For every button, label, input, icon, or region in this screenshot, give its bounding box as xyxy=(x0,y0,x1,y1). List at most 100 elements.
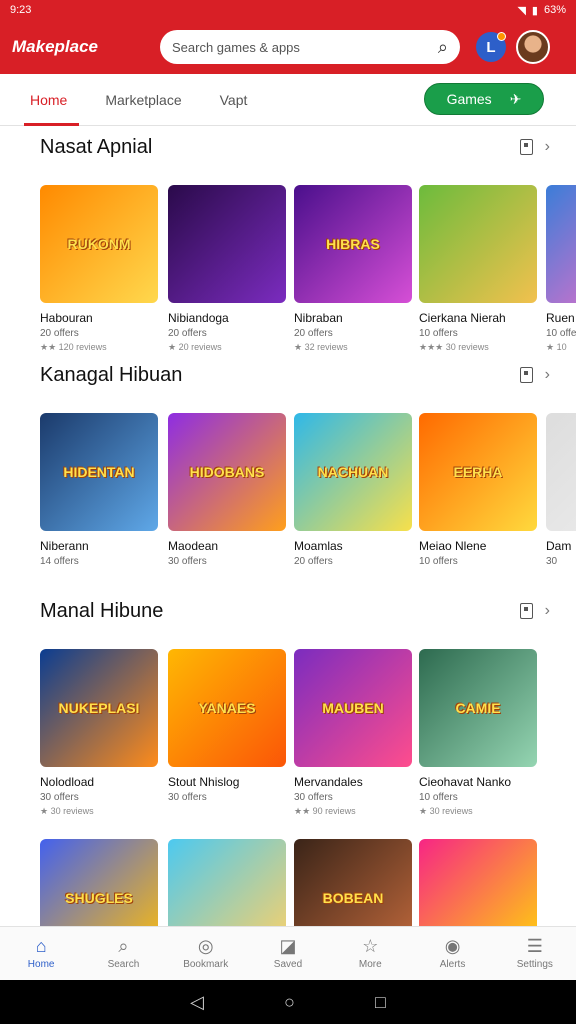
nav-item-search[interactable]: ⌕ Search xyxy=(82,927,164,980)
game-thumbnail[interactable]: RUKONM xyxy=(40,185,158,303)
game-thumbnail[interactable]: CAMIE xyxy=(419,649,537,767)
games-button[interactable]: Games ✈ xyxy=(424,83,544,115)
game-card[interactable] xyxy=(168,839,286,927)
game-art-text: HIBRAS xyxy=(326,236,380,252)
nav-item-saved[interactable]: ◪ Saved xyxy=(247,927,329,980)
game-subtitle: 10 offers xyxy=(546,328,576,339)
game-thumbnail[interactable]: HIDENTAN xyxy=(40,413,158,531)
bookmark-icon[interactable] xyxy=(519,603,533,619)
game-thumbnail[interactable] xyxy=(546,413,576,531)
section-actions: › xyxy=(519,138,550,156)
game-card[interactable]: Ruen 10 offers ★ 10 xyxy=(546,185,576,353)
game-card[interactable]: HIBRAS Nibraban 20 offers ★ 32 reviews xyxy=(294,185,412,353)
game-thumbnail[interactable]: YANAES xyxy=(168,649,286,767)
game-subtitle: 30 offers xyxy=(168,556,207,567)
game-thumbnail[interactable]: BOBEAN xyxy=(294,839,412,927)
nav-item-home[interactable]: ⌂ Home xyxy=(0,927,82,980)
game-card[interactable]: Dam 30 xyxy=(546,413,576,570)
game-title: Nolodload xyxy=(40,775,95,789)
nav-more-icon: ☆ xyxy=(362,936,379,956)
tab-marketplace[interactable]: Marketplace xyxy=(105,74,181,126)
game-title: Nibraban xyxy=(294,311,343,325)
section-header: Nasat Apnial › xyxy=(40,127,550,167)
game-card[interactable]: Nibiandoga 20 offers ★ 20 reviews xyxy=(168,185,286,353)
nav-item-bookmark[interactable]: ◎ Bookmark xyxy=(165,927,247,980)
nav-label: Saved xyxy=(273,959,303,970)
game-card[interactable]: YANAES Stout Nhislog 30 offers xyxy=(168,649,286,806)
game-title: Nibiandoga xyxy=(168,311,229,325)
nav-alerts-icon: ◉ xyxy=(444,936,461,956)
game-thumbnail[interactable] xyxy=(546,185,576,303)
game-rating: ★ 32 reviews xyxy=(294,342,348,352)
game-thumbnail[interactable] xyxy=(168,839,286,927)
notification-badge xyxy=(497,32,506,41)
recents-icon[interactable]: □ xyxy=(375,992,386,1013)
search-icon[interactable]: ⌕ xyxy=(438,37,448,58)
game-art-text: YANAES xyxy=(198,700,256,716)
avatar[interactable] xyxy=(516,30,550,64)
search-input[interactable] xyxy=(172,39,412,55)
game-card[interactable]: MAUBEN Mervandales 30 offers ★★ 90 reviews xyxy=(294,649,412,817)
section: SHUGLES BOBEAN xyxy=(0,827,576,927)
chevron-right-icon[interactable]: › xyxy=(545,366,550,384)
signal-icon: ▮ xyxy=(531,4,538,17)
back-icon[interactable]: ◁ xyxy=(190,992,204,1013)
game-art-text: SHUGLES xyxy=(65,890,133,906)
game-thumbnail[interactable]: NUKEPLASI xyxy=(40,649,158,767)
home-circle-icon[interactable]: ○ xyxy=(284,992,295,1013)
chevron-right-icon[interactable]: › xyxy=(545,138,550,156)
game-thumbnail[interactable] xyxy=(419,839,537,927)
tab-vapt[interactable]: Vapt xyxy=(220,74,248,126)
game-card[interactable]: EERHA Meiao Nlene 10 offers xyxy=(419,413,537,570)
game-subtitle: 20 offers xyxy=(168,328,207,339)
game-card[interactable]: SHUGLES xyxy=(40,839,158,927)
nav-label: Alerts xyxy=(439,959,466,970)
section: Kanagal Hibuan › HIDENTAN Niberann 14 offers… xyxy=(0,355,576,591)
tab-home[interactable]: Home xyxy=(23,74,80,126)
game-rating: ★★ 90 reviews xyxy=(294,806,356,816)
section-actions: › xyxy=(519,366,550,384)
game-thumbnail[interactable]: MAUBEN xyxy=(294,649,412,767)
game-title: Stout Nhislog xyxy=(168,775,240,789)
game-card[interactable]: Cierkana Nierah 10 offers ★★★ 30 reviews xyxy=(419,185,537,353)
game-card[interactable]: CAMIE Cieohavat Nanko 10 offers ★ 30 review… xyxy=(419,649,537,817)
game-card[interactable] xyxy=(419,839,537,927)
game-thumbnail[interactable]: HIBRAS xyxy=(294,185,412,303)
game-thumbnail[interactable]: EERHA xyxy=(419,413,537,531)
game-card[interactable]: NACHUAN Moamlas 20 offers xyxy=(294,413,412,570)
nav-item-more[interactable]: ☆ More xyxy=(329,927,411,980)
section-header: Kanagal Hibuan › xyxy=(40,355,550,395)
game-card[interactable]: RUKONM Habouran 20 offers ★★ 120 reviews xyxy=(40,185,158,353)
nav-home-icon: ⌂ xyxy=(35,936,47,956)
game-art-text: BOBEAN xyxy=(322,890,384,906)
game-thumbnail[interactable]: HIDOBANS xyxy=(168,413,286,531)
game-rating: ★ 30 reviews xyxy=(419,806,473,816)
game-thumbnail[interactable] xyxy=(419,185,537,303)
game-art-text: RUKONM xyxy=(67,236,131,252)
bookmark-icon[interactable] xyxy=(519,139,533,155)
game-card[interactable]: BOBEAN xyxy=(294,839,412,927)
search-bar[interactable]: ⌕ xyxy=(160,30,460,64)
notification-button[interactable]: L xyxy=(476,32,506,62)
game-thumbnail[interactable]: NACHUAN xyxy=(294,413,412,531)
bookmark-icon[interactable] xyxy=(519,367,533,383)
game-card[interactable]: NUKEPLASI Nolodload 30 offers ★ 30 reviews xyxy=(40,649,158,817)
nav-item-settings[interactable]: ☰ Settings xyxy=(494,927,576,980)
card-row: RUKONM Habouran 20 offers ★★ 120 reviews Nib… xyxy=(40,185,576,365)
tab-bar: Home Marketplace Vapt Games ✈ xyxy=(0,74,576,126)
game-rating: ★★★ 30 reviews xyxy=(419,342,489,352)
game-thumbnail[interactable]: SHUGLES xyxy=(40,839,158,927)
chevron-right-icon[interactable]: › xyxy=(545,602,550,620)
game-art-text: NUKEPLASI xyxy=(58,700,140,716)
plane-icon: ✈ xyxy=(509,90,522,107)
status-bar: 9:23 ◥ ▮ 63% xyxy=(0,0,576,20)
game-thumbnail[interactable] xyxy=(168,185,286,303)
nav-search-icon: ⌕ xyxy=(118,936,129,956)
notification-label: L xyxy=(486,38,496,56)
nav-item-alerts[interactable]: ◉ Alerts xyxy=(411,927,493,980)
game-art-text: NACHUAN xyxy=(317,464,389,480)
content-feed[interactable]: Nasat Apnial › RUKONM Habouran 20 offers ★★ 1… xyxy=(0,127,576,927)
game-card[interactable]: HIDENTAN Niberann 14 offers xyxy=(40,413,158,570)
game-card[interactable]: HIDOBANS Maodean 30 offers xyxy=(168,413,286,570)
nav-bookmark-icon: ◎ xyxy=(197,936,214,956)
